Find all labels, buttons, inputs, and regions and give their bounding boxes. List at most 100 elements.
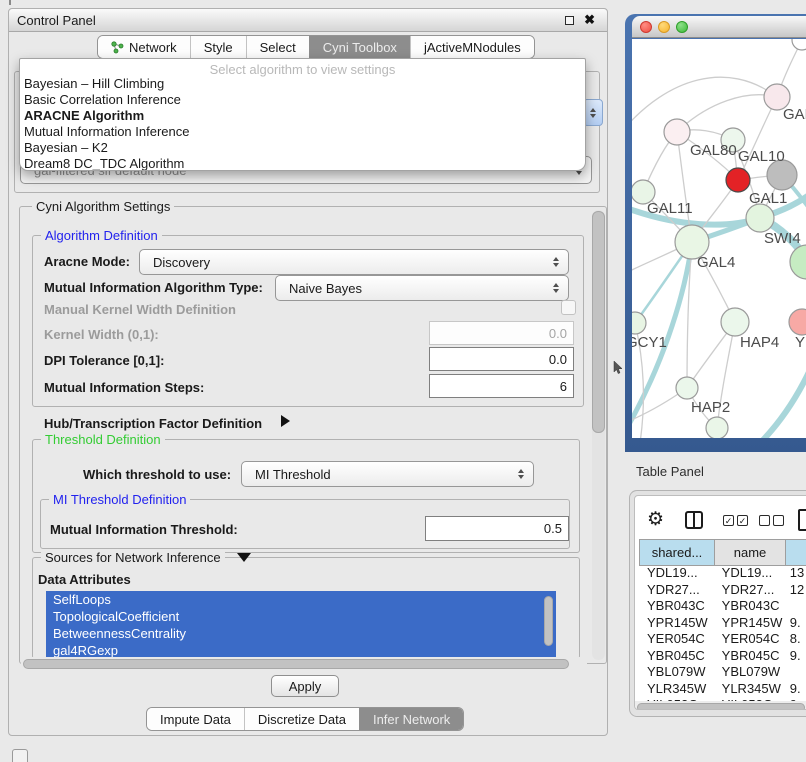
algorithm-combo-arrow-button[interactable]: [583, 99, 603, 126]
window-close-button[interactable]: [640, 21, 652, 33]
tab-select[interactable]: Select: [246, 36, 309, 58]
list-item[interactable]: TopologicalCoefficient: [46, 608, 556, 625]
node-swi4[interactable]: [746, 204, 774, 232]
aracne-mode-value: Discovery: [153, 255, 210, 270]
table-hscrollbar-thumb[interactable]: [637, 703, 805, 710]
table-row[interactable]: YBR043C YBR043C: [639, 598, 806, 615]
node-green-right[interactable]: [790, 245, 806, 279]
mi-steps-label: Mutual Information Steps:: [44, 380, 204, 395]
node-bottom[interactable]: [706, 417, 728, 438]
table-row[interactable]: YER054C YER054C 8.: [639, 631, 806, 648]
hub-expander-collapsed-icon[interactable]: [281, 415, 290, 427]
mi-algorithm-type-select[interactable]: Naive Bayes: [275, 275, 569, 301]
sources-expander-expanded-icon[interactable]: [237, 553, 251, 562]
node-gal80[interactable]: [664, 119, 690, 145]
node-label: GCY1: [632, 334, 667, 351]
table-row[interactable]: YBL079W YBL079W: [639, 664, 806, 681]
which-threshold-select[interactable]: MI Threshold: [241, 461, 534, 487]
node-salmon-right[interactable]: [789, 309, 806, 335]
node-label: GAL80: [690, 142, 737, 159]
table-row[interactable]: YLR345W YLR345W 9.: [639, 681, 806, 698]
dpi-tolerance-field[interactable]: 0.0: [429, 347, 574, 371]
window-zoom-button[interactable]: [676, 21, 688, 33]
clipped-corner-button[interactable]: [12, 749, 28, 762]
tab-network[interactable]: Network: [98, 36, 190, 58]
tab-style[interactable]: Style: [190, 36, 246, 58]
table-row[interactable]: YPR145W YPR145W 9.: [639, 615, 806, 632]
algorithm-option[interactable]: Bayesian – K2: [20, 140, 585, 156]
node-hap2[interactable]: [676, 377, 698, 399]
combo-arrows-icon: [553, 257, 559, 267]
settings-hscrollbar-thumb[interactable]: [23, 659, 569, 669]
list-item[interactable]: SelfLoops: [46, 591, 556, 608]
list-item[interactable]: gal4RGexp: [46, 642, 556, 657]
tab-jactivemnodules[interactable]: jActiveMNodules: [410, 36, 534, 58]
kernel-width-field[interactable]: 0.0: [429, 321, 574, 345]
hub-expander-label: Hub/Transcription Factor Definition: [44, 416, 262, 431]
tab-impute-data[interactable]: Impute Data: [147, 708, 244, 730]
mi-threshold-field[interactable]: 0.5: [425, 516, 569, 541]
deselect-all-columns-icon[interactable]: [759, 515, 770, 526]
table-row[interactable]: YDR27... YDR27... 12: [639, 582, 806, 599]
mi-threshold-value: 0.5: [544, 521, 562, 536]
gear-icon[interactable]: ⚙: [647, 510, 664, 529]
tab-impute-data-label: Impute Data: [160, 712, 231, 727]
column-header-shared-name[interactable]: shared...: [639, 539, 715, 566]
algorithm-option-selected[interactable]: ARACNE Algorithm: [20, 108, 585, 124]
node-gcy1[interactable]: [632, 312, 646, 334]
network-window-titlebar[interactable]: [632, 16, 806, 38]
node-unlabeled[interactable]: [792, 39, 806, 50]
application-screen: Control Panel ✖ Network Style Select Cyn…: [0, 0, 806, 762]
mi-algorithm-type-value: Naive Bayes: [289, 281, 362, 296]
algorithm-option[interactable]: Dream8 DC_TDC Algorithm: [20, 156, 585, 171]
tab-cyni-toolbox-label: Cyni Toolbox: [323, 40, 397, 55]
table-row[interactable]: YBR045C YBR045C 9.: [639, 648, 806, 665]
deselect-all-columns-icon2[interactable]: [773, 515, 784, 526]
select-all-columns-icon[interactable]: ✓: [723, 515, 734, 526]
close-icon[interactable]: ✖: [584, 12, 595, 28]
node-label: GAL4: [697, 254, 735, 271]
column-header-clipped[interactable]: [786, 539, 806, 566]
tab-discretize-data-label: Discretize Data: [258, 712, 346, 727]
split-columns-icon[interactable]: [685, 511, 703, 529]
tab-network-label: Network: [129, 40, 177, 55]
algorithm-option[interactable]: Basic Correlation Inference: [20, 92, 585, 108]
select-all-columns-icon2[interactable]: ✓: [737, 515, 748, 526]
node-hap4[interactable]: [721, 308, 749, 336]
network-canvas[interactable]: GAL GAL80 GAL10 GAL1 GAL11 SWI4 GAL4 GCY…: [632, 39, 806, 438]
node-label: HAP2: [691, 399, 730, 416]
control-panel-titlebar[interactable]: Control Panel ✖: [9, 9, 607, 32]
clipped-toolbar-fragment: [9, 0, 11, 5]
threshold-definition-title: Threshold Definition: [41, 432, 165, 447]
apply-button[interactable]: Apply: [271, 675, 339, 697]
tab-cyni-toolbox[interactable]: Cyni Toolbox: [309, 36, 410, 58]
manual-kernel-checkbox[interactable]: [561, 300, 576, 315]
data-attributes-list[interactable]: SelfLoops TopologicalCoefficient Between…: [46, 591, 556, 657]
window-minimize-button[interactable]: [658, 21, 670, 33]
settings-scrollbar-thumb[interactable]: [592, 211, 605, 433]
node-label: SWI4: [764, 230, 801, 247]
aracne-mode-select[interactable]: Discovery: [139, 249, 569, 275]
mi-threshold-label: Mutual Information Threshold:: [50, 522, 238, 537]
tab-infer-network-label: Infer Network: [373, 712, 450, 727]
network-window[interactable]: GAL GAL80 GAL10 GAL1 GAL11 SWI4 GAL4 GCY…: [625, 14, 806, 452]
algorithm-option[interactable]: Mutual Information Inference: [20, 124, 585, 140]
sources-group-title: Sources for Network Inference: [41, 550, 225, 565]
table-body: YDL19... YDL19... 13 YDR27... YDR27... 1…: [639, 565, 806, 710]
tab-select-label: Select: [260, 40, 296, 55]
export-table-icon[interactable]: [798, 509, 806, 531]
mi-steps-field[interactable]: 6: [429, 374, 574, 398]
column-header-name[interactable]: name: [715, 539, 786, 566]
aracne-mode-label: Aracne Mode:: [44, 254, 130, 269]
node-gal1-selected-red[interactable]: [726, 168, 750, 192]
table-row[interactable]: YDL19... YDL19... 13: [639, 565, 806, 582]
tab-infer-network[interactable]: Infer Network: [359, 708, 463, 730]
attributes-scrollbar-thumb[interactable]: [544, 596, 553, 646]
algorithm-option[interactable]: Bayesian – Hill Climbing: [20, 76, 585, 92]
which-threshold-value: MI Threshold: [255, 467, 331, 482]
list-item[interactable]: BetweennessCentrality: [46, 625, 556, 642]
dpi-tolerance-label: DPI Tolerance [0,1]:: [44, 353, 164, 368]
float-icon[interactable]: [565, 16, 574, 25]
dpi-tolerance-value: 0.0: [549, 352, 567, 367]
tab-discretize-data[interactable]: Discretize Data: [244, 708, 359, 730]
